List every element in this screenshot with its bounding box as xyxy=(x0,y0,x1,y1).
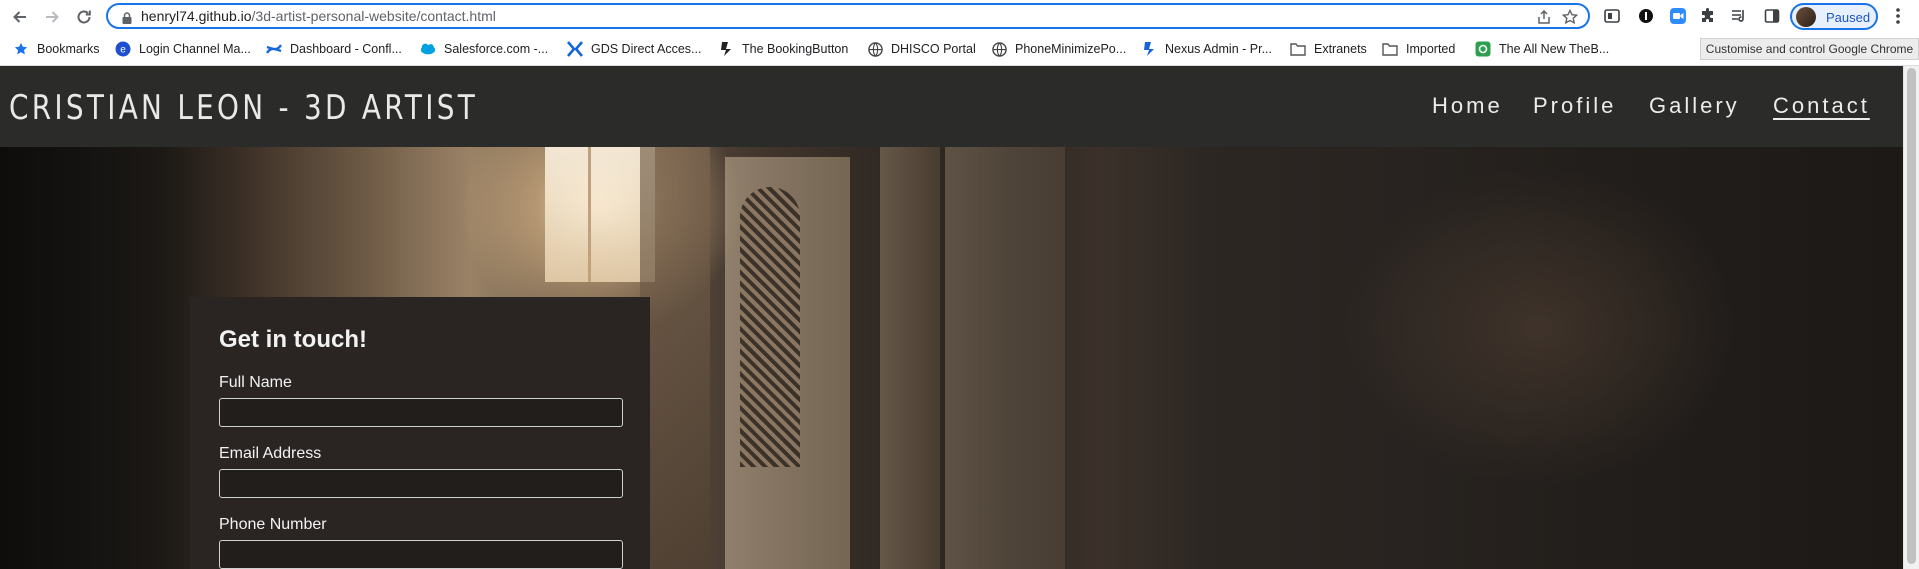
nav-contact[interactable]: Contact xyxy=(1773,93,1870,119)
bookmark-folder-imported[interactable]: Imported xyxy=(1382,39,1455,59)
nav-profile[interactable]: Profile xyxy=(1533,93,1616,119)
reload-button[interactable] xyxy=(72,5,96,29)
address-bar[interactable]: henryl74.github.io/3d-artist-personal-we… xyxy=(106,3,1590,29)
theb-icon xyxy=(1475,41,1491,57)
bookmark-gds-direct[interactable]: GDS Direct Acces... xyxy=(567,39,701,59)
scrollbar-thumb[interactable] xyxy=(1907,68,1916,564)
phone-label: Phone Number xyxy=(219,516,327,533)
forward-arrow-icon xyxy=(46,11,59,23)
back-button[interactable] xyxy=(8,5,32,29)
url-path: /3d-artist-personal-website/contact.html xyxy=(251,8,496,24)
chrome-menu-button[interactable] xyxy=(1888,6,1908,26)
globe-icon: e xyxy=(115,41,131,57)
contact-heading: Get in touch! xyxy=(219,326,367,353)
url-host: henryl74.github.io xyxy=(141,8,252,24)
contact-form: Get in touch! Full Name Email Address Ph… xyxy=(190,297,650,569)
bookingbutton-icon xyxy=(718,41,734,57)
confluence-icon xyxy=(266,41,282,57)
reading-list-icon[interactable] xyxy=(1729,6,1749,26)
bookmark-label: The All New TheB... xyxy=(1499,42,1610,56)
extension-tabs-icon[interactable] xyxy=(1602,6,1622,26)
profile-button[interactable]: Paused xyxy=(1790,3,1878,30)
extensions-puzzle-icon[interactable] xyxy=(1698,6,1718,26)
bookmark-label: Salesforce.com -... xyxy=(444,42,549,56)
reload-icon xyxy=(77,10,91,24)
bookmark-star-icon[interactable] xyxy=(1562,9,1578,25)
bookmark-label: GDS Direct Acces... xyxy=(591,42,702,56)
full-name-label: Full Name xyxy=(219,374,292,391)
browser-toolbar: henryl74.github.io/3d-artist-personal-we… xyxy=(0,0,1919,33)
nexus-icon xyxy=(1141,41,1157,57)
globe-icon xyxy=(991,41,1007,57)
bookmark-label: Nexus Admin - Pr... xyxy=(1165,42,1272,56)
bookmark-login-channel[interactable]: e Login Channel Ma... xyxy=(115,39,251,59)
bookmark-label: Bookmarks xyxy=(37,42,100,56)
password-manager-icon[interactable] xyxy=(1636,6,1656,26)
bookmark-label: Extranets xyxy=(1314,42,1367,56)
bookmark-label: Imported xyxy=(1406,42,1456,56)
bookmark-dhisco[interactable]: DHISCO Portal xyxy=(867,39,976,59)
bookmark-phoneminimize[interactable]: PhoneMinimizePo... xyxy=(991,39,1126,59)
bookmark-nexus-admin[interactable]: Nexus Admin - Pr... xyxy=(1141,39,1272,59)
bookmark-confluence[interactable]: Dashboard - Confl... xyxy=(266,39,402,59)
back-arrow-icon xyxy=(13,11,26,23)
bookmark-folder-extranets[interactable]: Extranets xyxy=(1290,39,1367,59)
salesforce-icon xyxy=(420,41,436,57)
nav-gallery[interactable]: Gallery xyxy=(1649,93,1740,119)
forward-button[interactable] xyxy=(40,5,64,29)
bookmark-label: DHISCO Portal xyxy=(891,42,976,56)
url-text[interactable]: henryl74.github.io/3d-artist-personal-we… xyxy=(141,8,496,24)
email-label: Email Address xyxy=(219,445,322,462)
profile-status-label: Paused xyxy=(1826,10,1871,25)
bookmark-bookmarks[interactable]: Bookmarks xyxy=(13,39,100,59)
svg-text:e: e xyxy=(120,45,126,56)
folder-icon xyxy=(1290,41,1306,57)
gds-icon xyxy=(567,41,583,57)
side-panel-icon[interactable] xyxy=(1762,6,1782,26)
bookmarks-bar: Bookmarks e Login Channel Ma... Dashboar… xyxy=(0,33,1919,66)
globe-icon xyxy=(867,41,883,57)
bookmark-bookingbutton[interactable]: The BookingButton xyxy=(718,39,848,59)
folder-icon xyxy=(1382,41,1398,57)
tooltip: Customise and control Google Chrome xyxy=(1700,38,1919,60)
lock-icon xyxy=(122,11,132,29)
full-name-input[interactable] xyxy=(219,398,623,427)
star-icon xyxy=(13,41,29,57)
phone-input[interactable] xyxy=(219,540,623,569)
avatar xyxy=(1796,7,1816,27)
zoom-extension-icon[interactable] xyxy=(1668,6,1688,26)
bookmark-label: The BookingButton xyxy=(742,42,849,56)
share-icon[interactable] xyxy=(1536,9,1552,25)
bookmark-label: PhoneMinimizePo... xyxy=(1015,42,1127,56)
more-vertical-icon xyxy=(1896,8,1900,24)
bookmark-label: Dashboard - Confl... xyxy=(290,42,402,56)
email-input[interactable] xyxy=(219,469,623,498)
site-header: CRISTIAN LEON - 3D ARTIST Home Profile G… xyxy=(0,66,1903,147)
page-scrollbar[interactable] xyxy=(1903,66,1919,569)
bookmark-theb[interactable]: The All New TheB... xyxy=(1475,39,1609,59)
bookmark-label: Login Channel Ma... xyxy=(139,42,251,56)
nav-home[interactable]: Home xyxy=(1432,93,1503,119)
bookmark-salesforce[interactable]: Salesforce.com -... xyxy=(420,39,548,59)
site-title[interactable]: CRISTIAN LEON - 3D ARTIST xyxy=(9,88,478,128)
